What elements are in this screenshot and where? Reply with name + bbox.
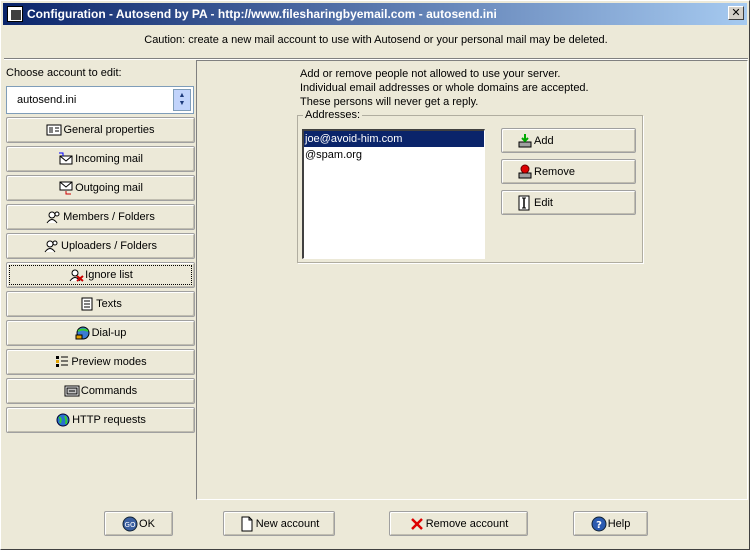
add-button[interactable]: Add bbox=[501, 128, 636, 153]
outgoing-mail-icon bbox=[58, 181, 74, 195]
window-title: Configuration - Autosend by PA - http://… bbox=[27, 7, 497, 21]
sidebar-item-label: General properties bbox=[63, 124, 154, 136]
text-cursor-icon bbox=[517, 195, 533, 211]
configuration-window: Configuration - Autosend by PA - http://… bbox=[0, 0, 750, 550]
texts-icon bbox=[79, 297, 95, 311]
sidebar-item-label: Ignore list bbox=[85, 269, 133, 281]
sidebar-item-ignore-list[interactable]: Ignore list bbox=[6, 262, 195, 288]
commands-icon bbox=[64, 384, 80, 398]
sidebar-item-label: HTTP requests bbox=[72, 414, 146, 426]
description-line: These persons will never get a reply. bbox=[300, 95, 589, 109]
addresses-label: Addresses: bbox=[303, 109, 362, 121]
members-icon bbox=[46, 210, 62, 224]
account-select[interactable]: autosend.ini ▲ ▼ bbox=[6, 86, 194, 114]
ignore-icon bbox=[68, 268, 84, 282]
remove-account-label: Remove account bbox=[426, 518, 509, 530]
sidebar-item-preview-modes[interactable]: Preview modes bbox=[6, 349, 195, 375]
sidebar-item-outgoing-mail[interactable]: Outgoing mail bbox=[6, 175, 195, 201]
title-bar: Configuration - Autosend by PA - http://… bbox=[3, 3, 747, 25]
sidebar-item-label: Dial-up bbox=[92, 327, 127, 339]
sidebar-nav: General properties Incoming mail Outgoin… bbox=[6, 117, 195, 436]
remove-icon bbox=[517, 164, 533, 180]
add-icon bbox=[517, 133, 533, 149]
globe-icon bbox=[55, 413, 71, 427]
remove-button[interactable]: Remove bbox=[501, 159, 636, 184]
sidebar-item-label: Outgoing mail bbox=[75, 182, 143, 194]
new-account-label: New account bbox=[256, 518, 320, 530]
edit-label: Edit bbox=[534, 197, 553, 209]
app-icon bbox=[7, 6, 23, 22]
list-item[interactable]: joe@avoid-him.com bbox=[304, 131, 484, 147]
svg-text:?: ? bbox=[596, 520, 602, 531]
go-icon: GO bbox=[122, 516, 138, 532]
description-line: Add or remove people not allowed to use … bbox=[300, 67, 589, 81]
add-label: Add bbox=[534, 135, 554, 147]
select-spinner-icon[interactable]: ▲ ▼ bbox=[173, 89, 191, 111]
addresses-group: Addresses: joe@avoid-him.com @spam.org A… bbox=[297, 115, 643, 263]
sidebar-item-dial-up[interactable]: Dial-up bbox=[6, 320, 195, 346]
sidebar-item-members-folders[interactable]: Members / Folders bbox=[6, 204, 195, 230]
uploaders-icon bbox=[44, 239, 60, 253]
sidebar-item-label: Texts bbox=[96, 298, 122, 310]
sidebar-item-label: Commands bbox=[81, 385, 137, 397]
sidebar-item-commands[interactable]: Commands bbox=[6, 378, 195, 404]
sidebar-item-label: Incoming mail bbox=[75, 153, 143, 165]
sidebar-item-label: Uploaders / Folders bbox=[61, 240, 157, 252]
dialup-icon bbox=[75, 326, 91, 340]
ok-button[interactable]: GO OK bbox=[104, 511, 173, 536]
delete-x-icon bbox=[409, 516, 425, 532]
account-select-value: autosend.ini bbox=[17, 94, 76, 106]
sidebar-item-general-properties[interactable]: General properties bbox=[6, 117, 195, 143]
sidebar-item-texts[interactable]: Texts bbox=[6, 291, 195, 317]
sidebar-item-label: Preview modes bbox=[71, 356, 146, 368]
close-icon[interactable]: ✕ bbox=[728, 6, 744, 20]
ok-label: OK bbox=[139, 518, 155, 530]
choose-account-label: Choose account to edit: bbox=[6, 67, 122, 79]
properties-icon bbox=[46, 123, 62, 137]
list-item[interactable]: @spam.org bbox=[304, 147, 484, 163]
remove-account-button[interactable]: Remove account bbox=[389, 511, 528, 536]
new-document-icon bbox=[239, 516, 255, 532]
addresses-list[interactable]: joe@avoid-him.com @spam.org bbox=[302, 129, 485, 259]
help-icon: ? bbox=[591, 516, 607, 532]
sidebar-item-uploaders-folders[interactable]: Uploaders / Folders bbox=[6, 233, 195, 259]
sidebar-item-label: Members / Folders bbox=[63, 211, 155, 223]
sidebar-item-http-requests[interactable]: HTTP requests bbox=[6, 407, 195, 433]
incoming-mail-icon bbox=[58, 152, 74, 166]
edit-button[interactable]: Edit bbox=[501, 190, 636, 215]
svg-text:GO: GO bbox=[125, 521, 136, 529]
preview-icon bbox=[54, 355, 70, 369]
help-label: Help bbox=[608, 518, 631, 530]
description-line: Individual email addresses or whole doma… bbox=[300, 81, 589, 95]
panel-description: Add or remove people not allowed to use … bbox=[300, 67, 589, 109]
help-button[interactable]: ? Help bbox=[573, 511, 648, 536]
ignore-list-panel: Add or remove people not allowed to use … bbox=[196, 60, 748, 500]
caution-text: Caution: create a new mail account to us… bbox=[1, 34, 750, 46]
sidebar-item-incoming-mail[interactable]: Incoming mail bbox=[6, 146, 195, 172]
new-account-button[interactable]: New account bbox=[223, 511, 335, 536]
remove-label: Remove bbox=[534, 166, 575, 178]
